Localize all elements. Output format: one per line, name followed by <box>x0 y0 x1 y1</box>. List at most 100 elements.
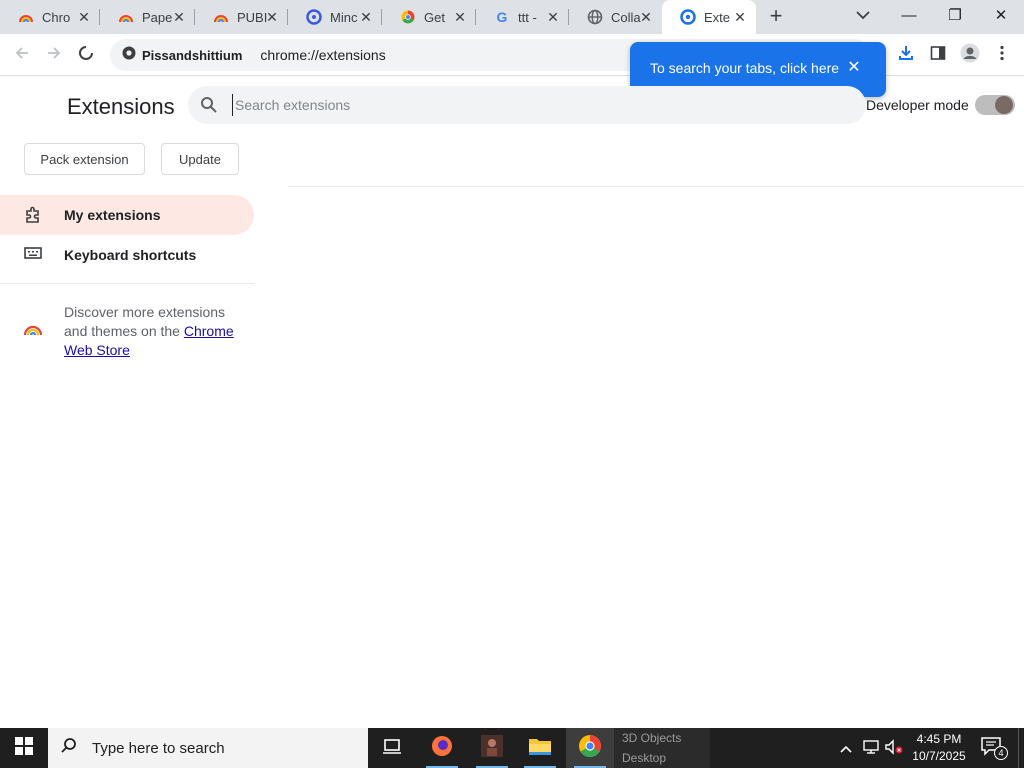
pack-extension-button[interactable]: Pack extension <box>24 143 145 175</box>
photo-app-taskbar-button[interactable] <box>468 728 516 768</box>
tab-close-icon[interactable]: ✕ <box>171 9 187 25</box>
site-info-chip[interactable]: Pissandshittium <box>118 43 246 67</box>
discover-text: Discover more extensions and themes on t… <box>64 303 244 360</box>
tab-close-icon[interactable]: ✕ <box>264 9 280 25</box>
action-center-button[interactable]: 4 <box>980 736 1008 760</box>
tab-1[interactable]: Chro ✕ <box>0 0 100 34</box>
firefox-taskbar-button[interactable] <box>418 728 466 768</box>
web-store-icon <box>23 322 43 341</box>
site-chip-label: Pissandshittium <box>142 47 243 63</box>
puzzle-piece-icon <box>24 206 44 224</box>
keyboard-icon <box>24 246 44 264</box>
avatar-icon <box>960 43 980 68</box>
tab-close-icon[interactable]: ✕ <box>732 9 748 25</box>
chrome-icon <box>400 9 416 25</box>
side-panel-icon <box>930 45 946 66</box>
tab-search-button[interactable] <box>852 5 874 27</box>
tab-close-icon[interactable]: ✕ <box>358 9 374 25</box>
callout-text: To search your tabs, click here <box>650 60 840 76</box>
profile-button[interactable] <box>958 43 982 67</box>
tab-7[interactable]: Colla ✕ <box>569 0 662 34</box>
callout-close-icon[interactable]: ✕ <box>846 59 862 77</box>
search-icon <box>200 96 218 119</box>
show-desktop-button[interactable] <box>1018 728 1024 768</box>
url-text[interactable]: chrome://extensions <box>260 47 385 63</box>
tab-strip: Chro ✕ Pape ✕ PUBI ✕ Minc ✕ Get ✕ G ttt … <box>0 0 1024 34</box>
taskbar-search-box[interactable]: Type here to search <box>48 728 368 768</box>
sidebar-item-keyboard-shortcuts[interactable]: Keyboard shortcuts <box>0 235 254 275</box>
chevron-up-icon <box>840 741 852 756</box>
forward-button[interactable] <box>42 43 66 67</box>
toggle-knob <box>995 96 1013 114</box>
download-icon <box>897 44 915 67</box>
arrow-right-icon <box>46 45 62 66</box>
folder-icon <box>528 736 552 761</box>
search-input[interactable] <box>232 94 792 116</box>
developer-mode-label: Developer mode <box>866 97 969 113</box>
header-divider <box>288 186 1024 187</box>
file-explorer-taskbar-button[interactable] <box>516 728 564 768</box>
tab-2[interactable]: Pape ✕ <box>100 0 195 34</box>
tab-close-icon[interactable]: ✕ <box>452 9 468 25</box>
tab-close-icon[interactable]: ✕ <box>545 9 561 25</box>
notification-count-badge: 4 <box>994 746 1008 760</box>
extensions-search-box[interactable] <box>188 86 866 124</box>
tab-close-icon[interactable]: ✕ <box>76 9 92 25</box>
globe-icon <box>587 9 603 25</box>
chrome-taskbar-button[interactable] <box>566 728 614 768</box>
sidebar-divider <box>0 283 254 284</box>
taskbar-jumplist-preview[interactable]: 3D Objects Desktop <box>614 728 710 768</box>
reload-button[interactable] <box>74 43 98 67</box>
menu-button[interactable] <box>990 43 1014 67</box>
restore-button[interactable]: ❐ <box>932 0 978 30</box>
task-view-icon <box>382 738 402 759</box>
search-icon <box>60 737 78 760</box>
taskbar-search-placeholder: Type here to search <box>92 739 225 757</box>
close-window-button[interactable]: ✕ <box>978 0 1024 30</box>
screen: Chro ✕ Pape ✕ PUBI ✕ Minc ✕ Get ✕ G ttt … <box>0 0 1024 768</box>
start-button[interactable] <box>0 728 48 768</box>
network-icon <box>862 739 880 758</box>
tab-5[interactable]: Get ✕ <box>382 0 476 34</box>
download-button[interactable] <box>894 43 918 67</box>
windows-logo-icon <box>15 736 33 760</box>
tab-close-icon[interactable]: ✕ <box>638 9 654 25</box>
firefox-icon <box>430 734 454 763</box>
kebab-menu-icon <box>1000 45 1004 66</box>
tab-6[interactable]: G ttt - ✕ <box>476 0 569 34</box>
show-hidden-icons-button[interactable] <box>836 738 856 758</box>
side-panel-button[interactable] <box>926 43 950 67</box>
jumplist-item[interactable]: 3D Objects <box>622 728 710 748</box>
clock-time: 4:45 PM <box>916 732 962 746</box>
chevron-down-icon <box>856 7 870 25</box>
extensions-icon <box>680 9 696 25</box>
tab-3[interactable]: PUBI ✕ <box>195 0 288 34</box>
arrow-left-icon <box>14 45 30 66</box>
task-view-button[interactable] <box>368 728 416 768</box>
windows-taskbar: Type here to search 3D Objects Desktop 4… <box>0 728 1024 768</box>
jumplist-item[interactable]: Desktop <box>622 748 710 768</box>
network-button[interactable] <box>861 738 881 758</box>
developer-mode-toggle[interactable] <box>975 95 1015 115</box>
chrome-icon <box>578 734 602 763</box>
sidebar-item-label: Keyboard shortcuts <box>64 247 197 263</box>
tab-extensions-active[interactable]: Exte ✕ <box>662 0 756 34</box>
google-icon: G <box>496 9 508 25</box>
new-tab-button[interactable]: + <box>764 5 788 29</box>
app-thumbnail-icon <box>480 734 504 763</box>
speaker-muted-icon <box>884 738 904 758</box>
clock-date: 10/7/2025 <box>912 749 966 763</box>
minimize-button[interactable]: — <box>886 0 932 30</box>
system-clock[interactable]: 4:45 PM 10/7/2025 <box>906 731 972 765</box>
volume-button[interactable] <box>884 738 904 758</box>
blue-circle-icon <box>306 9 322 25</box>
rainbow-cloud-icon <box>213 9 229 25</box>
update-button[interactable]: Update <box>161 143 239 175</box>
tab-4[interactable]: Minc ✕ <box>288 0 382 34</box>
sidebar-item-my-extensions[interactable]: My extensions <box>0 195 254 235</box>
rainbow-cloud-icon <box>18 9 34 25</box>
back-button[interactable] <box>10 43 34 67</box>
rainbow-cloud-icon <box>118 9 134 25</box>
loading-spinner-icon <box>78 45 94 66</box>
chrome-logo-icon <box>122 46 136 65</box>
